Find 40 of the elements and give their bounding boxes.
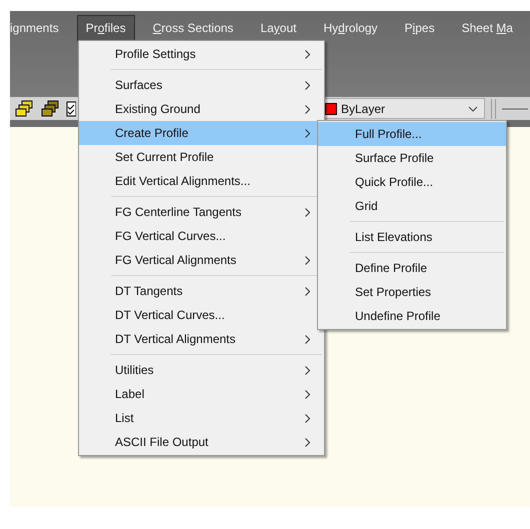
chevron-right-icon: [305, 286, 310, 296]
chevron-right-icon: [305, 104, 310, 114]
menu-bar-item[interactable]: Layout: [251, 15, 306, 41]
menu-bar-item[interactable]: ignments: [1, 15, 68, 41]
chevron-right-icon: [305, 414, 310, 422]
menu-item[interactable]: List: [79, 406, 324, 430]
menu-item[interactable]: List Elevations: [318, 225, 506, 249]
chevron-right-icon: [305, 128, 310, 138]
menu-item[interactable]: Label: [79, 382, 324, 406]
chevron-right-icon: [305, 50, 310, 58]
menu-bar-item[interactable]: Sheet Ma: [452, 15, 522, 41]
menu-item[interactable]: Full Profile...: [318, 122, 506, 146]
menu-item[interactable]: Quick Profile...: [318, 170, 506, 194]
chevron-right-icon: [305, 390, 310, 398]
layers-icon[interactable]: [40, 100, 60, 118]
menu-bar-item[interactable]: Profiles: [76, 15, 135, 41]
dropdown-value: ByLayer: [341, 102, 386, 116]
chevron-right-icon: [305, 208, 310, 216]
menu-item[interactable]: Utilities: [79, 358, 324, 382]
linetype-icon[interactable]: [502, 106, 528, 110]
chevron-right-icon: [305, 80, 310, 90]
menu-bar-item[interactable]: Hydrology: [314, 15, 387, 41]
chevron-right-icon: [305, 438, 310, 446]
chevron-right-icon: [305, 334, 310, 344]
layers-icon[interactable]: [14, 100, 34, 118]
menu-item[interactable]: Undefine Profile: [318, 304, 506, 328]
menu-bar-item[interactable]: Cross Sections: [144, 15, 242, 41]
chevron-right-icon: [305, 366, 310, 374]
chevron-right-icon: [305, 256, 310, 264]
checklist-icon[interactable]: [66, 100, 76, 118]
menu-item[interactable]: Define Profile: [318, 256, 506, 280]
menu-bar-item[interactable]: Pipes: [396, 15, 444, 41]
menu-item[interactable]: Surfaces: [79, 73, 324, 97]
chevron-down-icon: [468, 106, 478, 112]
menu-item[interactable]: Surface Profile: [318, 146, 506, 170]
menu-item[interactable]: ASCII File Output: [79, 430, 324, 454]
menu-item[interactable]: DT Vertical Alignments: [79, 327, 324, 351]
menu-item[interactable]: Profile Settings: [79, 42, 324, 66]
menu-item[interactable]: Set Properties: [318, 280, 506, 304]
menu-item[interactable]: Grid: [318, 194, 506, 218]
